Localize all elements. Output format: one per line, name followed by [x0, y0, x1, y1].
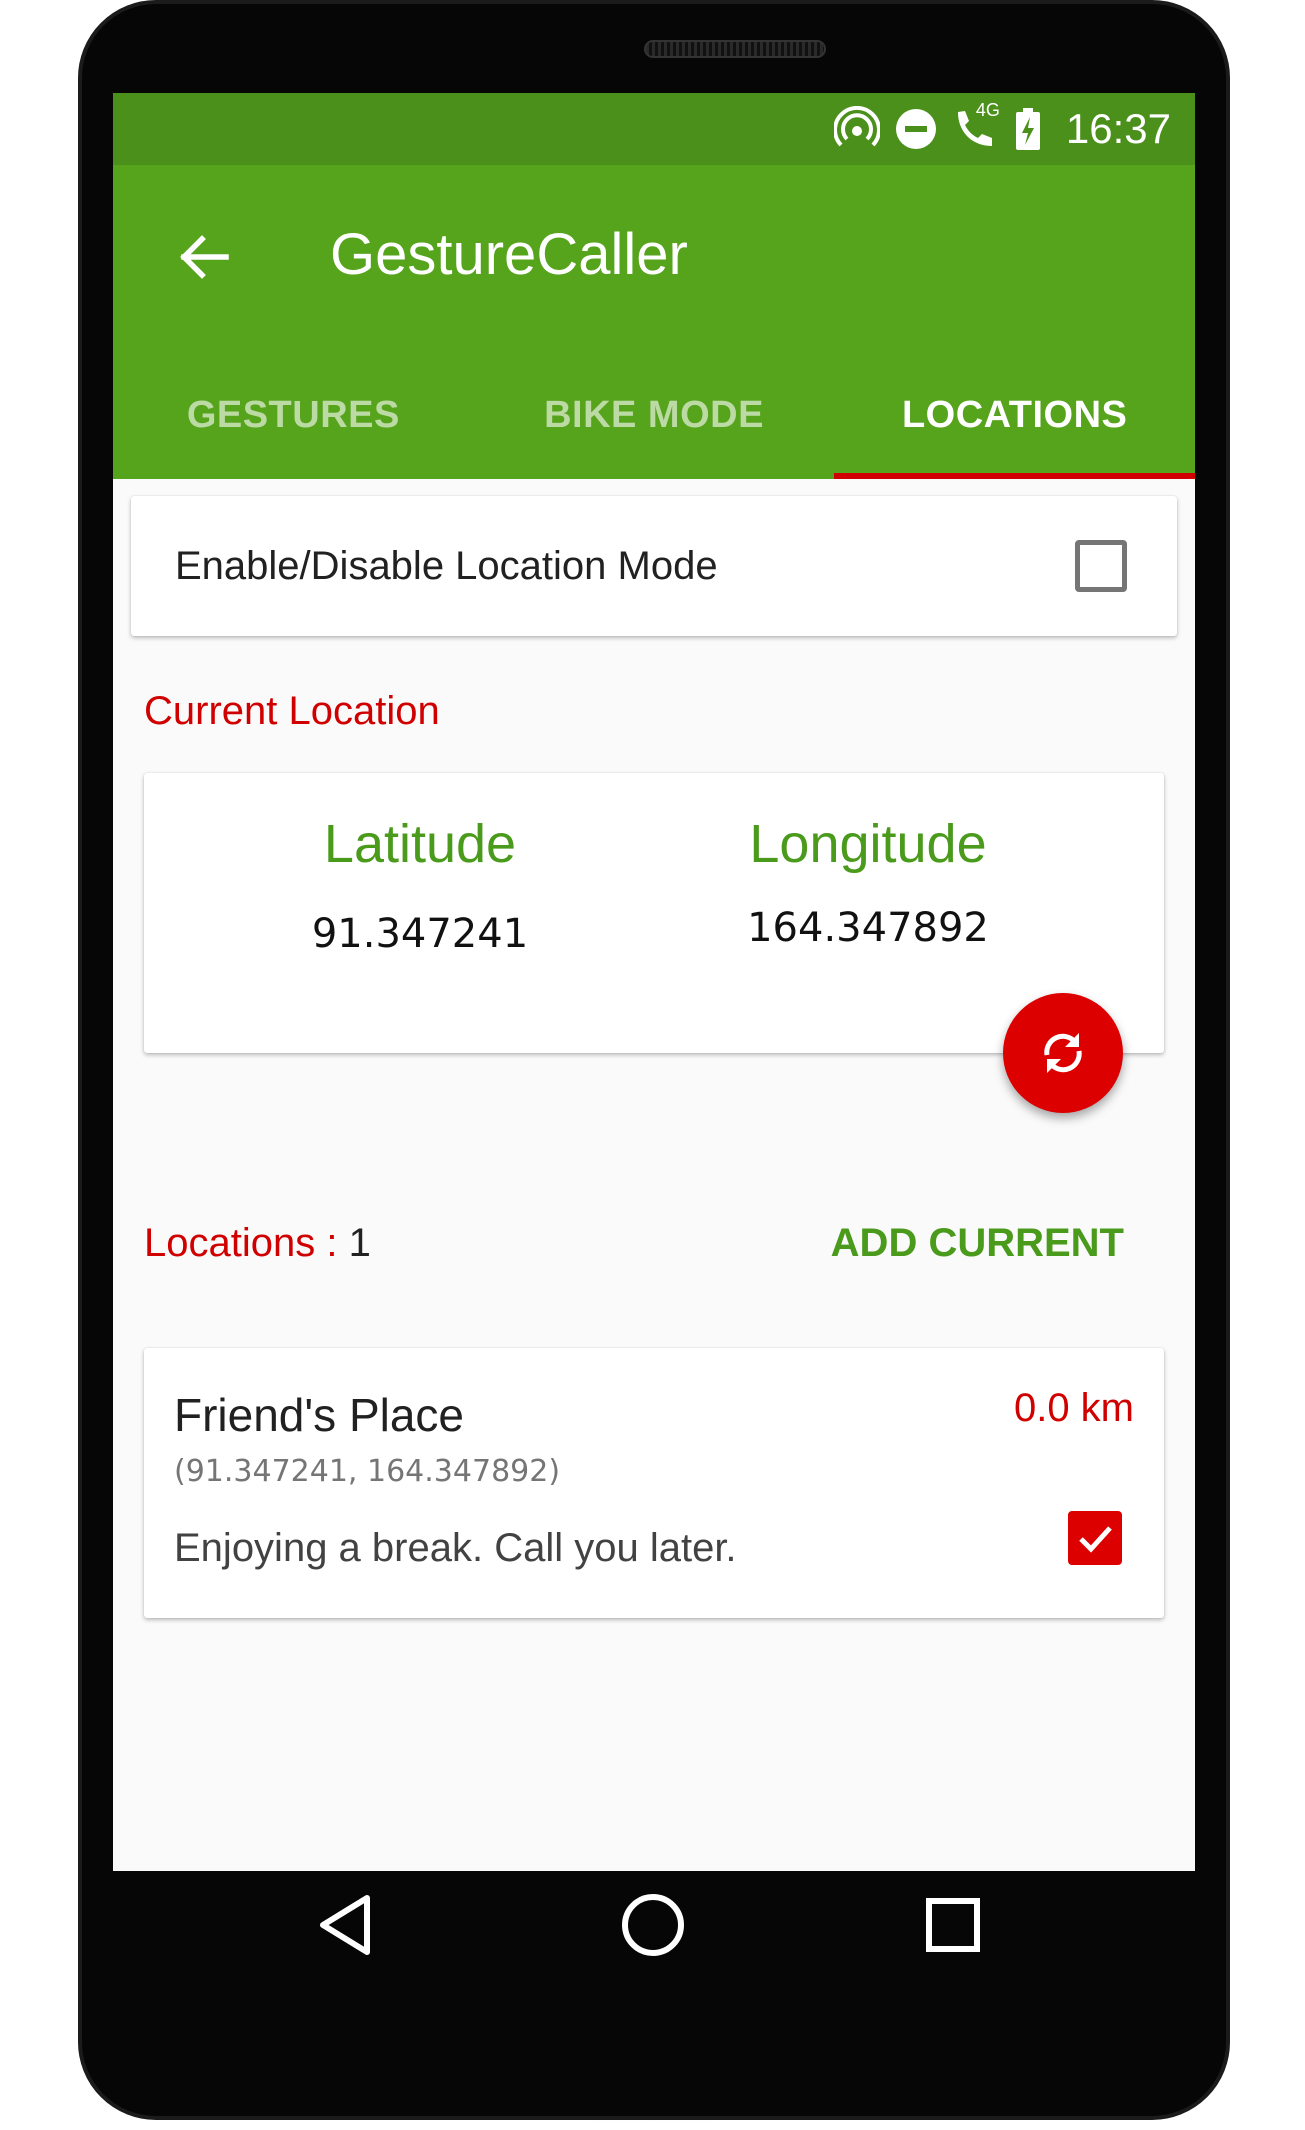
do-not-disturb-icon [894, 107, 938, 151]
app-title: GestureCaller [330, 222, 688, 287]
hotspot-icon [833, 106, 880, 152]
location-mode-label: Enable/Disable Location Mode [175, 544, 718, 588]
tab-locations[interactable]: LOCATIONS [834, 351, 1195, 479]
wifi-calling-icon: 4G [952, 100, 1000, 152]
latitude-value: 91.347241 [311, 911, 529, 957]
location-name: Friend's Place [174, 1389, 465, 1441]
phone-speaker [644, 40, 826, 58]
add-current-button[interactable]: ADD CURRENT [831, 1213, 1124, 1273]
location-enabled-checkbox[interactable] [1068, 1511, 1122, 1565]
longitude-label: Longitude [749, 814, 987, 874]
location-distance: 0.0 km [1013, 1386, 1134, 1430]
battery-charging-icon [1014, 106, 1042, 152]
arrow-back-icon [180, 235, 229, 279]
nav-recents-square-icon [926, 1898, 980, 1952]
locations-count-label: Locations : 1 [144, 1213, 371, 1273]
status-clock: 16:37 [1065, 105, 1171, 152]
nav-back-button[interactable] [300, 1880, 390, 1970]
latitude-label: Latitude [323, 814, 517, 874]
locations-count: 1 [348, 1221, 371, 1265]
app-bar: GestureCaller GESTURES BIKE MODE LOCATIO… [113, 165, 1195, 479]
nav-recents-button[interactable] [908, 1880, 998, 1970]
nav-back-triangle-icon [320, 1895, 370, 1955]
tab-bike-mode[interactable]: BIKE MODE [474, 351, 835, 479]
back-button[interactable] [163, 217, 243, 297]
network-type-label: 4G [975, 100, 1000, 120]
nav-home-button[interactable] [608, 1880, 698, 1970]
location-mode-checkbox[interactable] [1075, 540, 1127, 592]
location-list-item[interactable]: Friend's Place (91.347241, 164.347892) E… [144, 1348, 1164, 1618]
locations-header: Locations : 1 ADD CURRENT [144, 1213, 1164, 1273]
locations-label-text: Locations : [144, 1221, 349, 1265]
longitude-value: 164.347892 [747, 905, 989, 951]
location-mode-card: Enable/Disable Location Mode [131, 496, 1177, 636]
app-screen: 4G 16:37 GestureCaller GESTURES BIKE MOD… [113, 93, 1195, 1871]
status-bar: 4G 16:37 [113, 93, 1195, 165]
nav-home-circle-icon [622, 1894, 684, 1956]
location-coordinates: (91.347241, 164.347892) [174, 1454, 561, 1489]
tab-bar: GESTURES BIKE MODE LOCATIONS [113, 351, 1195, 479]
tab-gestures[interactable]: GESTURES [113, 351, 474, 479]
current-location-heading: Current Location [144, 689, 440, 733]
location-message: Enjoying a break. Call you later. [174, 1526, 737, 1570]
current-location-card: Latitude 91.347241 Longitude 164.347892 [144, 773, 1164, 1053]
checkmark-icon [1079, 1526, 1112, 1553]
refresh-location-button[interactable] [1003, 993, 1123, 1113]
status-icons: 4G 16:37 [833, 93, 1171, 165]
refresh-icon [1044, 1033, 1082, 1073]
